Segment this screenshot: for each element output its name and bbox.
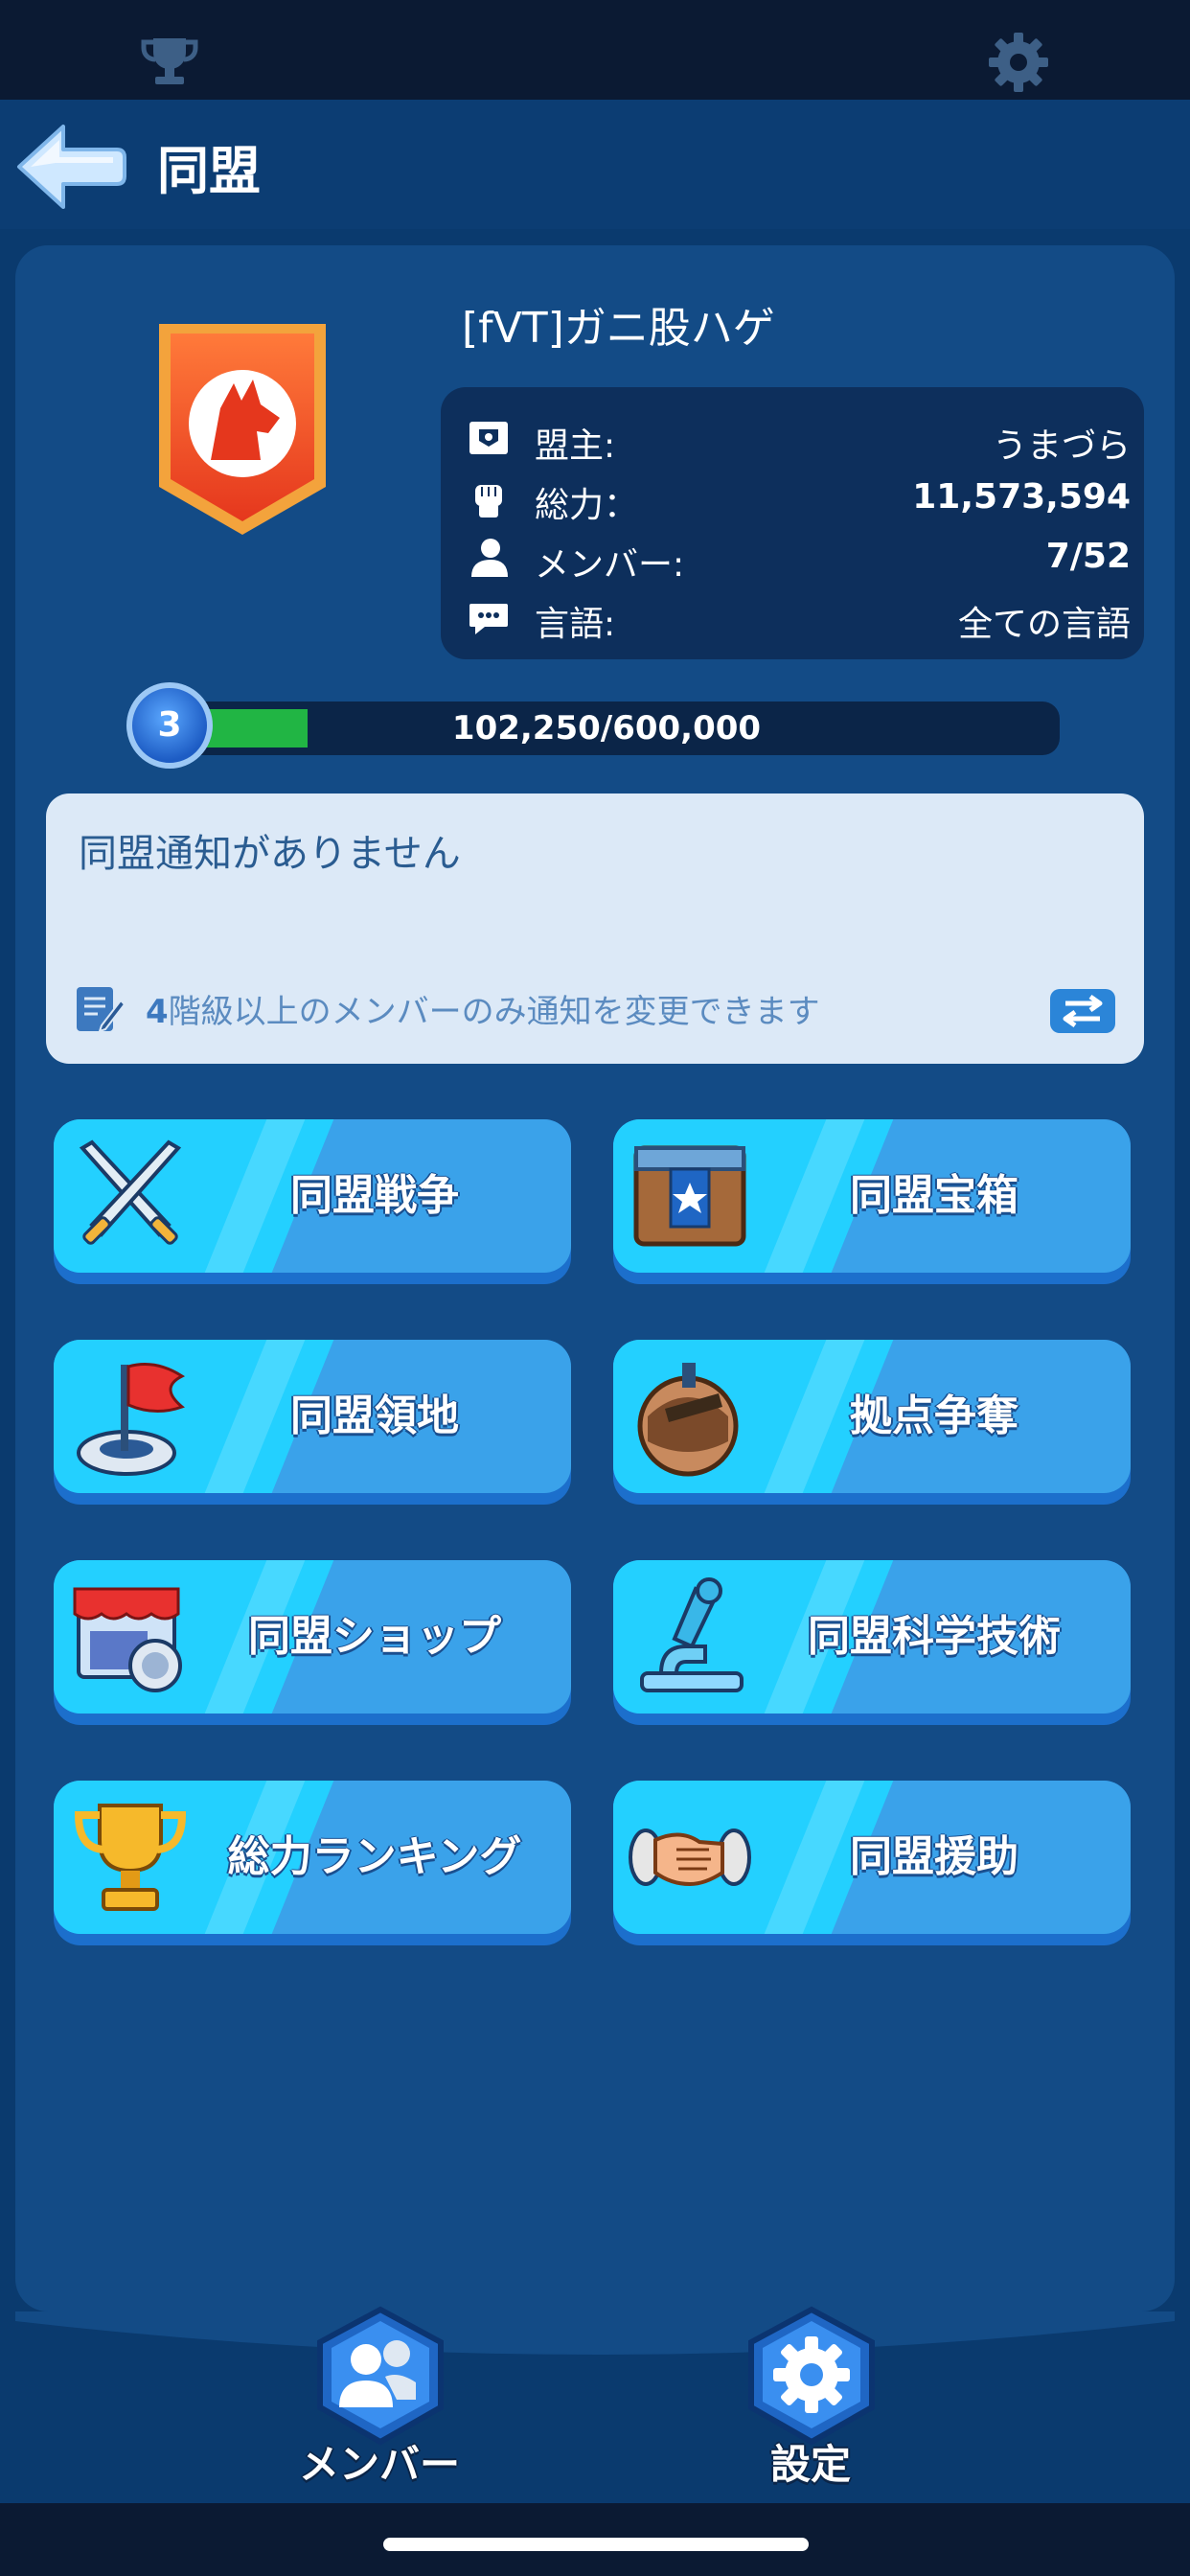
alliance-tech-label: 同盟科学技術 — [808, 1612, 1061, 1661]
trophy-icon[interactable] — [136, 29, 203, 96]
alliance-war-label: 同盟戦争 — [290, 1171, 459, 1220]
leader-value[interactable]: うまづら — [993, 418, 1131, 468]
alliance-territory-label: 同盟領地 — [290, 1392, 459, 1440]
info-row-members: メンバー: 7/52 — [441, 529, 1144, 586]
info-row-power: 総力： 11,573,594 — [441, 470, 1144, 527]
shop-icon — [73, 1587, 182, 1692]
top-bar — [0, 0, 1190, 100]
swap-arrows-icon[interactable] — [1050, 989, 1115, 1033]
alliance-name: [fVT]ガニ股ハゲ — [462, 304, 775, 353]
alliance-aid-button[interactable]: 同盟援助 — [613, 1781, 1131, 1945]
alliance-emblem-icon — [159, 324, 326, 535]
alliance-exp-bar: 102,250/600,000 — [153, 702, 1060, 755]
cannon-base-icon — [637, 1363, 739, 1477]
treasure-chest-icon — [633, 1145, 746, 1247]
leader-label: 盟主: — [535, 426, 616, 466]
power-ranking-button[interactable]: 総力ランキング — [54, 1781, 571, 1945]
person-icon — [471, 539, 508, 577]
notice-hint-rank: 4 — [146, 993, 169, 1031]
gold-trophy-icon — [74, 1804, 187, 1911]
info-row-language: 言語: 全ての言語 — [441, 588, 1144, 646]
handshake-icon — [629, 1828, 751, 1887]
fist-icon — [475, 485, 502, 518]
alliance-war-button[interactable]: 同盟戦争 — [54, 1119, 571, 1284]
notice-text: 同盟通知がありません — [79, 832, 461, 876]
info-row-leader: 盟主: うまづら — [441, 410, 1144, 468]
members-button-icon[interactable] — [309, 2304, 452, 2448]
alliance-tech-button[interactable]: 同盟科学技術 — [613, 1560, 1131, 1725]
chat-bubble-icon — [469, 604, 508, 634]
power-ranking-label: 総力ランキング — [227, 1832, 522, 1881]
alliance-level-badge: 3 — [126, 682, 213, 769]
back-arrow-icon[interactable] — [13, 119, 126, 215]
leader-flag-icon — [469, 422, 508, 454]
alliance-shop-label: 同盟ショップ — [248, 1612, 501, 1661]
edit-note-icon — [77, 987, 126, 1033]
language-label: 言語: — [535, 605, 616, 644]
power-value: 11,573,594 — [912, 477, 1131, 517]
alliance-chest-button[interactable]: 同盟宝箱 — [613, 1119, 1131, 1284]
members-label[interactable]: メンバー — [284, 2432, 475, 2491]
red-flag-icon — [77, 1363, 186, 1476]
header: 同盟 — [0, 100, 1190, 229]
page-title: 同盟 — [157, 141, 261, 201]
alliance-info-box: 盟主: うまづら 総力： 11,573,594 メンバー: 7/52 言語: 全… — [441, 387, 1144, 659]
notice-permission-hint: 4階級以上のメンバーのみ通知を変更できます — [146, 985, 820, 1032]
alliance-aid-label: 同盟援助 — [850, 1832, 1018, 1881]
panel-bottom-curve — [15, 2312, 1175, 2355]
stronghold-battle-button[interactable]: 拠点争奪 — [613, 1340, 1131, 1505]
members-label: メンバー: — [535, 545, 685, 585]
alliance-territory-button[interactable]: 同盟領地 — [54, 1340, 571, 1505]
alliance-notice[interactable]: 同盟通知がありません 4階級以上のメンバーのみ通知を変更できます — [46, 794, 1144, 1064]
gear-icon[interactable] — [985, 29, 1052, 96]
stronghold-battle-label: 拠点争奪 — [850, 1392, 1018, 1440]
members-value: 7/52 — [1045, 537, 1131, 576]
exp-bar-text: 102,250/600,000 — [451, 709, 762, 748]
alliance-shop-button[interactable]: 同盟ショップ — [54, 1560, 571, 1725]
settings-button-icon[interactable] — [740, 2304, 883, 2448]
power-label: 総力： — [535, 486, 639, 525]
home-indicator[interactable] — [383, 2538, 809, 2551]
language-value: 全ての言語 — [957, 605, 1131, 644]
crossed-swords-icon — [79, 1139, 182, 1245]
alliance-chest-label: 同盟宝箱 — [850, 1171, 1018, 1220]
notice-hint-text: 階級以上のメンバーのみ通知を変更できます — [168, 993, 820, 1031]
settings-label[interactable]: 設定 — [715, 2432, 906, 2491]
microscope-icon — [640, 1577, 744, 1692]
